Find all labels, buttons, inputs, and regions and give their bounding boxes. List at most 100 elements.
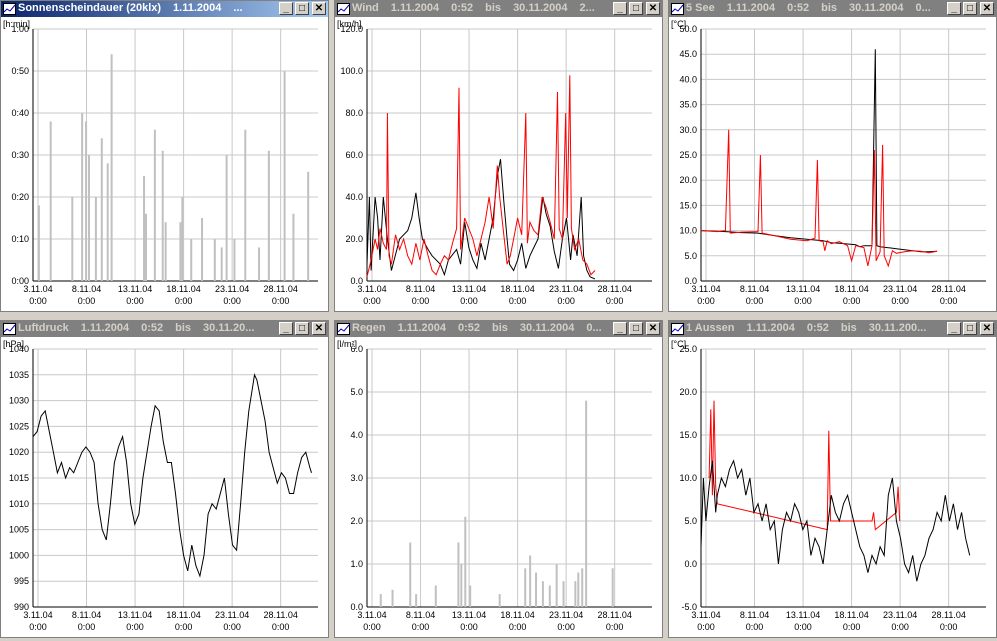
- maximize-button[interactable]: □: [963, 2, 977, 15]
- rain-chart: 0.01.02.03.04.05.06.03.11.040:008.11.040…: [337, 339, 652, 632]
- x-tick-time: 0:00: [509, 296, 527, 306]
- maximize-button[interactable]: □: [629, 2, 643, 15]
- x-tick-date: 18.11.04: [166, 284, 200, 294]
- unit-label: [h:min]: [3, 19, 30, 29]
- x-tick-date: 18.11.04: [166, 610, 200, 620]
- x-tick-time: 0:00: [29, 622, 47, 632]
- x-tick-date: 23.11.04: [549, 284, 583, 294]
- x-tick-time: 0:00: [460, 622, 478, 632]
- title-bar[interactable]: 1 Aussen 1.11.2004 0:52 bis 30.11.200... _ □…: [669, 321, 996, 337]
- x-tick-date: 23.11.04: [215, 284, 249, 294]
- y-tick-label: 3.0: [350, 473, 363, 483]
- y-tick-label: 1020: [9, 447, 29, 457]
- minimize-button[interactable]: _: [613, 322, 627, 335]
- x-tick-date: 3.11.04: [691, 284, 720, 294]
- x-tick-time: 0:00: [412, 622, 430, 632]
- x-tick-date: 13.11.04: [118, 284, 152, 294]
- y-tick-label: 60.0: [345, 150, 363, 160]
- window-regen[interactable]: Regen 1.11.2004 0:52 bis 30.11.2004 0... _ □ …: [334, 320, 663, 638]
- x-tick-date: 8.11.04: [406, 284, 435, 294]
- title-bar[interactable]: Regen 1.11.2004 0:52 bis 30.11.2004 0... _ □ …: [335, 321, 662, 337]
- y-tick-label: 20.0: [679, 387, 697, 397]
- close-button[interactable]: ✕: [312, 2, 326, 15]
- x-tick-time: 0:00: [891, 622, 909, 632]
- close-button[interactable]: ✕: [980, 322, 994, 335]
- x-tick-time: 0:00: [126, 296, 144, 306]
- maximize-button[interactable]: □: [629, 322, 643, 335]
- chart-icon: [3, 3, 16, 15]
- x-tick-date: 3.11.04: [23, 610, 52, 620]
- maximize-button[interactable]: □: [295, 322, 309, 335]
- series-line: [366, 159, 596, 280]
- window-wind[interactable]: Wind 1.11.2004 0:52 bis 30.11.2004 2... _ □ ✕…: [334, 0, 663, 312]
- x-tick-time: 0:00: [940, 296, 958, 306]
- close-button[interactable]: ✕: [312, 322, 326, 335]
- window-title: Luftdruck 1.11.2004 0:52 bis 30.11.20...: [18, 322, 255, 334]
- window-see[interactable]: 5 See 1.11.2004 0:52 bis 30.11.2004 0... _ □ …: [668, 0, 997, 312]
- y-tick-label: 45.0: [679, 49, 697, 59]
- maximize-button[interactable]: □: [295, 2, 309, 15]
- x-tick-date: 28.11.04: [597, 610, 631, 620]
- x-tick-time: 0:00: [746, 622, 764, 632]
- x-tick-date: 8.11.04: [72, 284, 101, 294]
- minimize-button[interactable]: _: [947, 2, 961, 15]
- y-tick-label: 5.0: [350, 387, 363, 397]
- window-title: 1 Aussen 1.11.2004 0:52 bis 30.11.200...: [686, 322, 927, 334]
- y-tick-label: 40.0: [345, 192, 363, 202]
- x-tick-date: 18.11.04: [500, 284, 534, 294]
- minimize-button[interactable]: _: [279, 2, 293, 15]
- title-bar[interactable]: 5 See 1.11.2004 0:52 bis 30.11.2004 0... _ □ …: [669, 1, 996, 17]
- x-tick-time: 0:00: [746, 296, 764, 306]
- wind-chart: 0.020.040.060.080.0100.0120.03.11.040:00…: [337, 19, 652, 306]
- window-aussen[interactable]: 1 Aussen 1.11.2004 0:52 bis 30.11.200... _ □…: [668, 320, 997, 638]
- series-line: [708, 400, 901, 531]
- unit-label: [l/m²]: [337, 339, 357, 349]
- window-title: Sonnenscheindauer (20klx) 1.11.2004...: [18, 2, 243, 14]
- chart-icon: [671, 3, 684, 15]
- title-bar[interactable]: Wind 1.11.2004 0:52 bis 30.11.2004 2... _ □ ✕: [335, 1, 662, 17]
- x-tick-time: 0:00: [175, 296, 193, 306]
- x-tick-date: 23.11.04: [549, 610, 583, 620]
- x-tick-date: 18.11.04: [500, 610, 534, 620]
- x-tick-time: 0:00: [272, 296, 290, 306]
- series-line: [366, 75, 596, 277]
- x-tick-time: 0:00: [557, 296, 575, 306]
- chart-icon: [337, 323, 350, 335]
- x-tick-date: 8.11.04: [406, 610, 435, 620]
- minimize-button[interactable]: _: [947, 322, 961, 335]
- chart-icon: [337, 3, 350, 15]
- title-bar[interactable]: Sonnenscheindauer (20klx) 1.11.2004... _ …: [1, 1, 328, 17]
- x-tick-date: 28.11.04: [263, 284, 297, 294]
- x-tick-date: 13.11.04: [452, 610, 486, 620]
- close-button[interactable]: ✕: [646, 322, 660, 335]
- window-title: 5 See 1.11.2004 0:52 bis 30.11.2004 0...: [686, 2, 931, 14]
- x-tick-time: 0:00: [412, 296, 430, 306]
- x-tick-time: 0:00: [557, 622, 575, 632]
- close-button[interactable]: ✕: [646, 2, 660, 15]
- y-tick-label: 10.0: [679, 226, 697, 236]
- unit-label: [°C]: [671, 339, 686, 349]
- minimize-button[interactable]: _: [279, 322, 293, 335]
- unit-label: [hPa]: [3, 339, 24, 349]
- x-tick-date: 13.11.04: [118, 610, 152, 620]
- unit-label: [°C]: [671, 19, 686, 29]
- x-tick-date: 8.11.04: [740, 284, 769, 294]
- sunshine-chart: 0:000:100:200:300:400:501:003.11.040:008…: [3, 19, 318, 306]
- x-tick-time: 0:00: [891, 296, 909, 306]
- y-tick-label: 4.0: [350, 430, 363, 440]
- x-tick-date: 3.11.04: [23, 284, 52, 294]
- window-sonnenscheindauer[interactable]: Sonnenscheindauer (20klx) 1.11.2004... _ …: [0, 0, 329, 312]
- x-tick-time: 0:00: [78, 296, 96, 306]
- x-tick-time: 0:00: [223, 296, 241, 306]
- minimize-button[interactable]: _: [613, 2, 627, 15]
- window-title: Wind 1.11.2004 0:52 bis 30.11.2004 2...: [352, 2, 595, 14]
- close-button[interactable]: ✕: [980, 2, 994, 15]
- window-luftdruck[interactable]: Luftdruck 1.11.2004 0:52 bis 30.11.20... _ □…: [0, 320, 329, 638]
- x-tick-time: 0:00: [606, 296, 624, 306]
- title-bar[interactable]: Luftdruck 1.11.2004 0:52 bis 30.11.20... _ □…: [1, 321, 328, 337]
- x-tick-date: 18.11.04: [834, 284, 868, 294]
- x-tick-date: 28.11.04: [931, 284, 965, 294]
- maximize-button[interactable]: □: [963, 322, 977, 335]
- x-tick-date: 3.11.04: [357, 610, 386, 620]
- y-tick-label: 10.0: [679, 473, 697, 483]
